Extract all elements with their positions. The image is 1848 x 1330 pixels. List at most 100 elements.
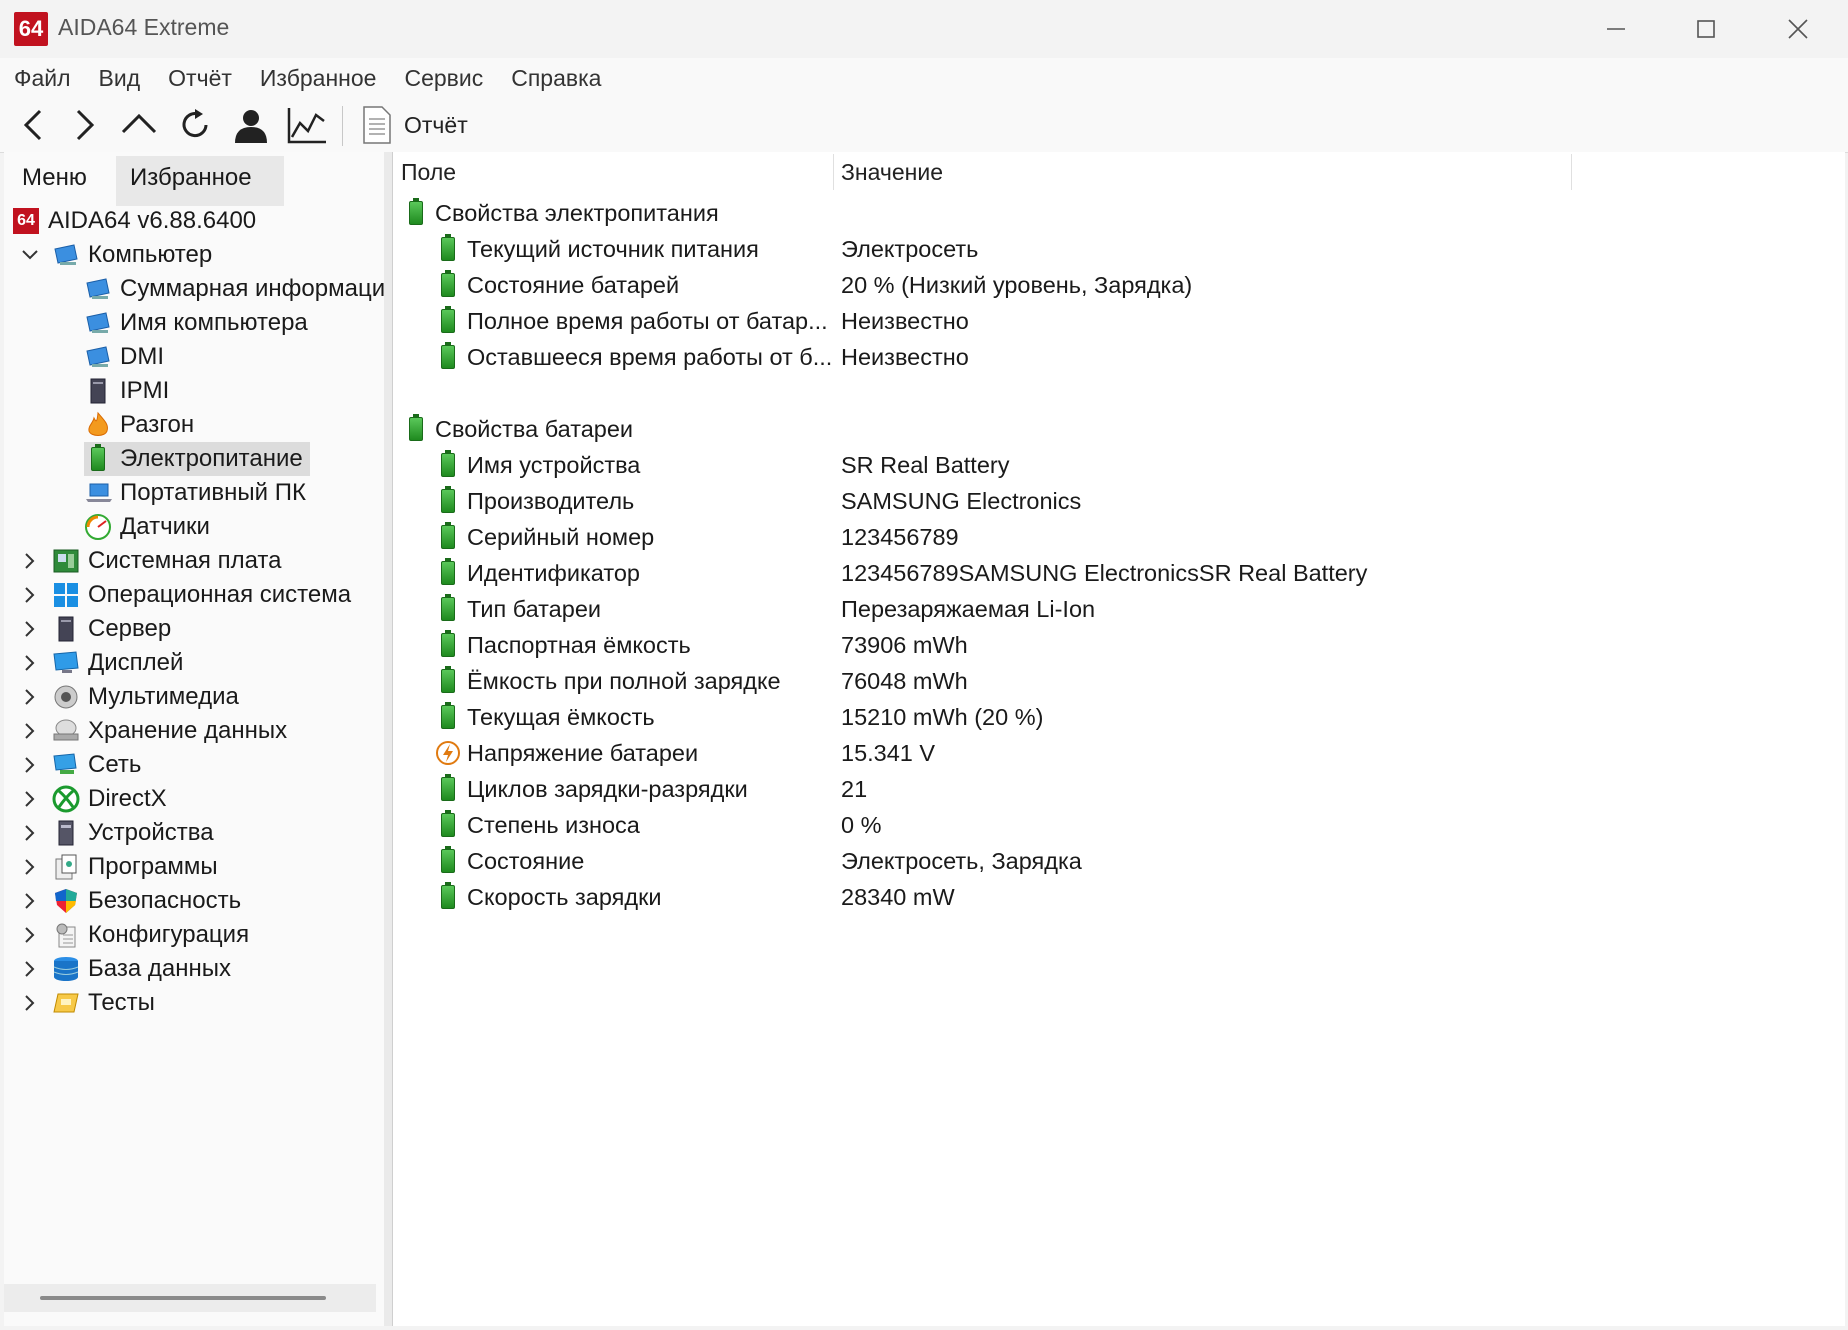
table-row[interactable]: Степень износа 0 % xyxy=(435,808,1815,842)
benchmark-button[interactable] xyxy=(282,102,332,148)
tree-item-os[interactable]: Операционная система xyxy=(18,578,351,612)
tab-favorites[interactable]: Избранное xyxy=(116,156,284,206)
menu-help[interactable]: Справка xyxy=(497,65,615,92)
chevron-right-icon[interactable] xyxy=(18,824,42,842)
group-header[interactable]: Свойства батареи xyxy=(403,412,633,446)
tree-item-database[interactable]: База данных xyxy=(18,952,231,986)
chevron-right-icon[interactable] xyxy=(18,586,42,604)
back-button[interactable] xyxy=(8,102,58,148)
tree-item-multimedia[interactable]: Мультимедиа xyxy=(18,680,239,714)
tree-item-software[interactable]: Программы xyxy=(18,850,218,884)
tree-item-storage[interactable]: Хранение данных xyxy=(18,714,287,748)
tree-item-overclock[interactable]: Разгон xyxy=(84,408,194,442)
tree-item-config[interactable]: Конфигурация xyxy=(18,918,249,952)
chevron-right-icon[interactable] xyxy=(18,654,42,672)
chevron-right-icon[interactable] xyxy=(18,994,42,1012)
tree-item-ipmi[interactable]: IPMI xyxy=(84,374,169,408)
field-label: Производитель xyxy=(467,487,635,514)
table-row[interactable]: Производитель SAMSUNG Electronics xyxy=(435,484,1815,518)
column-divider[interactable] xyxy=(1571,154,1572,190)
tree-item-tests[interactable]: Тесты xyxy=(18,986,155,1020)
tree-item-label: Имя компьютера xyxy=(120,309,308,336)
table-row[interactable]: Паспортная ёмкость 73906 mWh xyxy=(435,628,1815,662)
column-divider[interactable] xyxy=(833,154,834,190)
tree-item-dmi[interactable]: DMI xyxy=(84,340,164,374)
tree-root[interactable]: 64 AIDA64 v6.88.6400 xyxy=(12,204,256,238)
tree-item-portable[interactable]: Портативный ПК xyxy=(84,476,306,510)
field-value: 28340 mW xyxy=(841,883,955,910)
battery-icon xyxy=(435,306,461,335)
tree-item-display[interactable]: Дисплей xyxy=(18,646,183,680)
tab-menu[interactable]: Меню xyxy=(8,156,101,200)
chevron-right-icon[interactable] xyxy=(18,756,42,774)
menu-report[interactable]: Отчёт xyxy=(154,65,246,92)
table-row[interactable]: Состояние Электросеть, Зарядка xyxy=(435,844,1815,878)
tree-item-motherboard[interactable]: Системная плата xyxy=(18,544,281,578)
tree-item-network[interactable]: Сеть xyxy=(18,748,141,782)
window-title: AIDA64 Extreme xyxy=(58,14,230,40)
minimize-button[interactable] xyxy=(1570,0,1662,58)
table-row[interactable]: Текущий источник питания Электросеть xyxy=(435,232,1815,266)
tree-item-server[interactable]: Сервер xyxy=(18,612,171,646)
table-row[interactable]: Тип батареи Перезаряжаемая Li-Ion xyxy=(435,592,1815,626)
user-button[interactable] xyxy=(226,102,276,148)
tree-item-label: Конфигурация xyxy=(88,921,250,948)
table-row[interactable]: Циклов зарядки-разрядки 21 xyxy=(435,772,1815,806)
field-label: Состояние батарей xyxy=(467,271,680,298)
table-row[interactable]: Состояние батарей 20 % (Низкий уровень, … xyxy=(435,268,1815,302)
menu-favorites[interactable]: Избранное xyxy=(246,65,391,92)
table-row[interactable]: Полное время работы от батар... Неизвест… xyxy=(435,304,1815,338)
menu-file[interactable]: Файл xyxy=(0,65,85,92)
table-row[interactable]: Идентификатор 123456789SAMSUNG Electroni… xyxy=(435,556,1815,590)
disk-icon xyxy=(52,717,80,745)
table-row[interactable]: Оставшееся время работы от б... Неизвест… xyxy=(435,340,1815,374)
tree-item-computer[interactable]: Компьютер xyxy=(18,238,212,272)
column-header-field[interactable]: Поле xyxy=(401,152,456,192)
chevron-right-icon[interactable] xyxy=(18,960,42,978)
column-header-value[interactable]: Значение xyxy=(841,152,943,192)
chevron-right-icon[interactable] xyxy=(18,926,42,944)
chevron-right-icon[interactable] xyxy=(18,790,42,808)
table-row[interactable]: Напряжение батареи 15.341 V xyxy=(435,736,1815,770)
menu-service[interactable]: Сервис xyxy=(390,65,497,92)
field-label: Ёмкость при полной зарядке xyxy=(467,667,781,694)
chevron-right-icon[interactable] xyxy=(18,892,42,910)
tree-item-computer-name[interactable]: Имя компьютера xyxy=(84,306,308,340)
chevron-right-icon[interactable] xyxy=(18,688,42,706)
tree-item-label: Датчики xyxy=(120,513,210,540)
menu-view[interactable]: Вид xyxy=(85,65,155,92)
report-label[interactable]: Отчёт xyxy=(404,112,468,139)
battery-icon xyxy=(435,594,461,623)
chevron-right-icon[interactable] xyxy=(18,722,42,740)
tree-item-devices[interactable]: Устройства xyxy=(18,816,214,850)
report-button[interactable] xyxy=(352,102,402,148)
chevron-right-icon[interactable] xyxy=(18,552,42,570)
tree-item-label: DMI xyxy=(120,343,164,370)
field-value: 20 % (Низкий уровень, Зарядка) xyxy=(841,271,1193,298)
tree-item-label: IPMI xyxy=(120,377,170,404)
chevron-right-icon[interactable] xyxy=(18,620,42,638)
table-row[interactable]: Ёмкость при полной зарядке 76048 mWh xyxy=(435,664,1815,698)
tree-item-directx[interactable]: DirectX xyxy=(18,782,167,816)
tree-item-security[interactable]: Безопасность xyxy=(18,884,241,918)
close-button[interactable] xyxy=(1752,0,1844,58)
table-row[interactable]: Скорость зарядки 28340 mW xyxy=(435,880,1815,914)
maximize-button[interactable] xyxy=(1660,0,1752,58)
chevron-right-icon[interactable] xyxy=(18,858,42,876)
up-button[interactable] xyxy=(114,102,164,148)
tree-item-label: Программы xyxy=(88,853,218,880)
group-header[interactable]: Свойства электропитания xyxy=(403,196,719,230)
refresh-button[interactable] xyxy=(170,102,220,148)
table-row[interactable]: Имя устройства SR Real Battery xyxy=(435,448,1815,482)
tree-item-summary[interactable]: Суммарная информаци xyxy=(84,272,385,306)
panel-splitter[interactable] xyxy=(384,152,392,1326)
chevron-down-icon[interactable] xyxy=(18,249,42,261)
table-row[interactable]: Серийный номер 123456789 xyxy=(435,520,1815,554)
forward-button[interactable] xyxy=(60,102,110,148)
table-row[interactable]: Текущая ёмкость 15210 mWh (20 %) xyxy=(435,700,1815,734)
scrollbar-thumb[interactable] xyxy=(40,1296,326,1300)
battery-icon xyxy=(435,270,461,299)
lightning-icon xyxy=(435,739,461,767)
tree-item-sensors[interactable]: Датчики xyxy=(84,510,210,544)
tree-item-power[interactable]: Электропитание xyxy=(84,442,310,476)
